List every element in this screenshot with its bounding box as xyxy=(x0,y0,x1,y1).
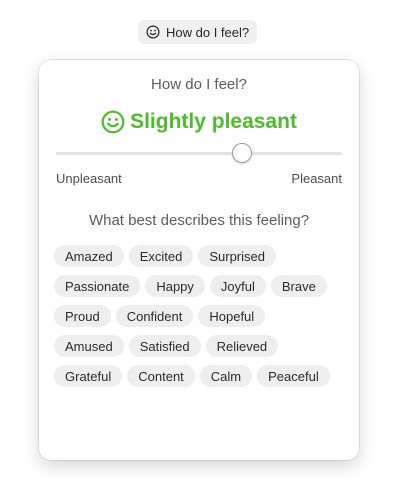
feeling-chip-calm[interactable]: Calm xyxy=(199,365,253,387)
mood-popover: How do I feel? Slightly pleasant Unpleas… xyxy=(39,60,359,460)
feeling-chip-amused[interactable]: Amused xyxy=(54,335,124,357)
feeling-chip-proud[interactable]: Proud xyxy=(54,305,111,327)
popover-body: How do I feel? Slightly pleasant Unpleas… xyxy=(39,60,359,460)
slider-track[interactable] xyxy=(56,152,342,155)
smiley-icon xyxy=(146,25,160,39)
mood-indicator: Slightly pleasant xyxy=(39,110,359,134)
feeling-question: What best describes this feeling? xyxy=(88,212,310,229)
feeling-chip-confident[interactable]: Confident xyxy=(115,305,194,327)
feeling-chip-passionate[interactable]: Passionate xyxy=(54,275,141,297)
feeling-chip-row: Passionate Happy Joyful Brave xyxy=(54,275,349,297)
trigger-label: How do I feel? xyxy=(166,24,250,40)
feeling-chip-hopeful[interactable]: Hopeful xyxy=(198,305,266,327)
feeling-chips: Amazed Excited Surprised Passionate Happy Joy… xyxy=(54,245,349,395)
feeling-chip-relieved[interactable]: Relieved xyxy=(205,335,279,357)
unpleasant-label: Unpleasant xyxy=(56,171,122,186)
feeling-chip-row: Grateful Content Calm Peaceful xyxy=(54,365,349,387)
feeling-chip-row: Amused Satisfied Relieved xyxy=(54,335,349,357)
feeling-chip-content[interactable]: Content xyxy=(127,365,195,387)
feeling-chip-satisfied[interactable]: Satisfied xyxy=(128,335,201,357)
pleasantness-slider[interactable] xyxy=(56,142,342,164)
feeling-chip-surprised[interactable]: Surprised xyxy=(198,245,276,267)
slider-thumb[interactable] xyxy=(231,143,252,163)
feeling-chip-grateful[interactable]: Grateful xyxy=(54,365,123,387)
feeling-chip-excited[interactable]: Excited xyxy=(128,245,194,267)
smiley-icon xyxy=(101,110,125,134)
mood-label: Slightly pleasant xyxy=(130,110,297,133)
popover-title: How do I feel? xyxy=(151,76,247,93)
app-stage: How do I feel? How do I feel? Slightly p… xyxy=(0,0,398,484)
pleasant-label: Pleasant xyxy=(291,171,342,186)
feeling-chip-row: Proud Confident Hopeful xyxy=(54,305,349,327)
feeling-chip-row: Amazed Excited Surprised xyxy=(54,245,349,267)
feeling-chip-brave[interactable]: Brave xyxy=(270,275,327,297)
feeling-chip-joyful[interactable]: Joyful xyxy=(209,275,266,297)
feeling-chip-happy[interactable]: Happy xyxy=(145,275,205,297)
feeling-chip-peaceful[interactable]: Peaceful xyxy=(257,365,330,387)
feeling-chip-amazed[interactable]: Amazed xyxy=(54,245,124,267)
how-do-i-feel-button[interactable]: How do I feel? xyxy=(138,20,258,44)
